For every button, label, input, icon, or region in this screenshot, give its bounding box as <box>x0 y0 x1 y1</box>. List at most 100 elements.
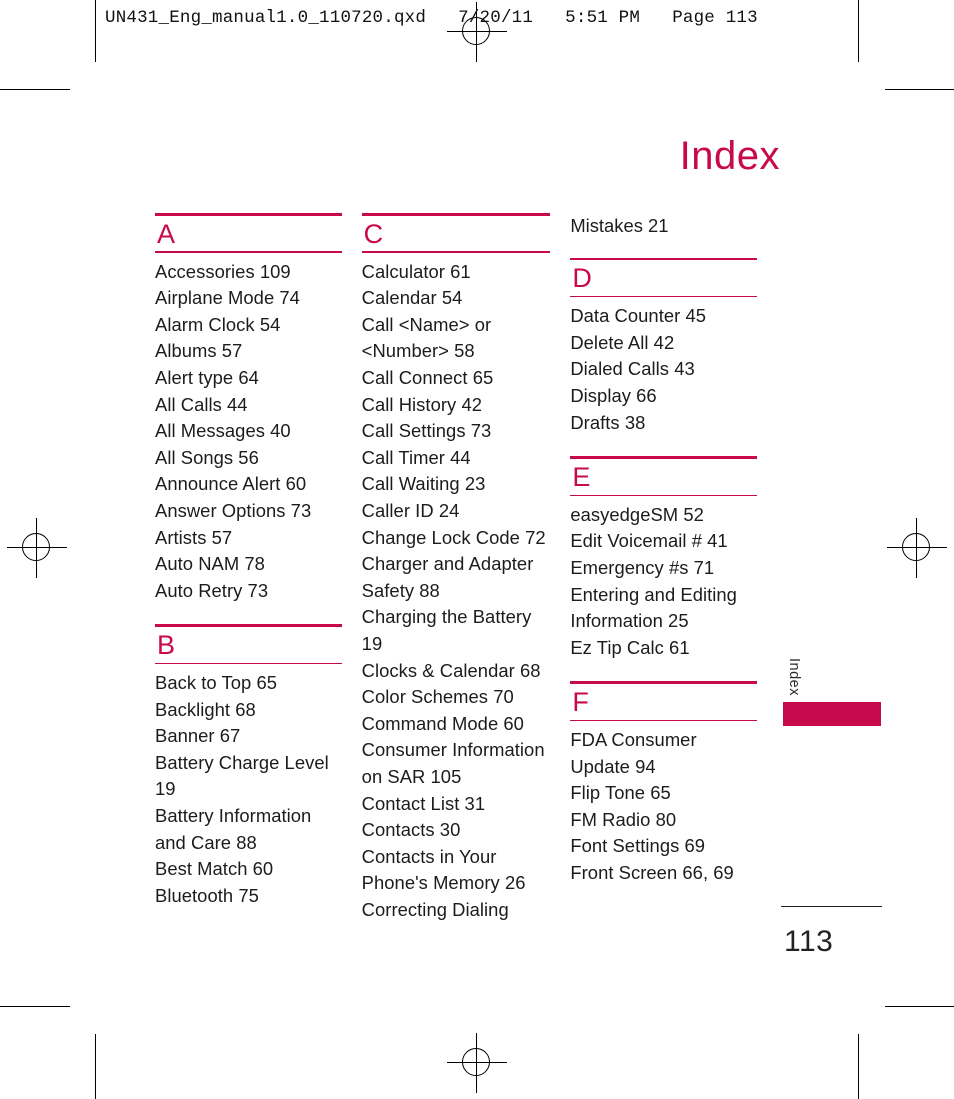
registration-mark-right <box>887 518 947 578</box>
index-entry[interactable]: Call Waiting 23 <box>362 471 551 498</box>
crop-line-top-right-horizontal <box>885 89 954 91</box>
crop-line-top-left-horizontal <box>0 89 70 91</box>
crop-line-bottom-left-vertical <box>95 1034 97 1099</box>
index-columns: A Accessories 109 Airplane Mode 74 Alarm Cl… <box>155 213 757 926</box>
index-entry[interactable]: easyedgeSM 52 <box>570 502 757 529</box>
index-entry-list: Calculator 61 Calendar 54 Call <Name> or <… <box>362 253 551 924</box>
index-entry[interactable]: Calendar 54 <box>362 285 551 312</box>
index-entry[interactable]: Bluetooth 75 <box>155 883 342 910</box>
index-entry[interactable]: Calculator 61 <box>362 259 551 286</box>
index-entry[interactable]: Delete All 42 <box>570 330 757 357</box>
index-entry[interactable]: Accessories 109 <box>155 259 342 286</box>
index-entry-list: easyedgeSM 52 Edit Voicemail # 41 Emergenc… <box>570 496 757 662</box>
index-entry[interactable]: Call Connect 65 <box>362 365 551 392</box>
index-entry[interactable]: Call Settings 73 <box>362 418 551 445</box>
column-middle: C Calculator 61 Calendar 54 Call <Name> or … <box>361 213 551 926</box>
index-entry[interactable]: Artists 57 <box>155 525 342 552</box>
index-entry[interactable]: Caller ID 24 <box>362 498 551 525</box>
index-entry[interactable]: Airplane Mode 74 <box>155 285 342 312</box>
page-title: Index <box>679 134 780 178</box>
registration-vertical-line <box>476 1033 477 1093</box>
index-entry[interactable]: Display 66 <box>570 383 757 410</box>
index-entry[interactable]: Color Schemes 70 <box>362 684 551 711</box>
section-letter: C <box>363 218 384 249</box>
column-left: A Accessories 109 Airplane Mode 74 Alarm Cl… <box>155 213 342 926</box>
crop-line-bottom-right-horizontal <box>885 1006 954 1008</box>
index-entry[interactable]: Contacts 30 <box>362 817 551 844</box>
section-letter: A <box>157 218 176 249</box>
index-entry[interactable]: Call History 42 <box>362 392 551 419</box>
index-section-e: EeasyedgeSM 52 Edit Voicemail # 41 Emergen… <box>570 456 757 661</box>
index-entry[interactable]: Emergency #s 71 <box>570 555 757 582</box>
index-entry[interactable]: Backlight 68 <box>155 697 342 724</box>
registration-horizontal-line <box>447 1062 507 1063</box>
index-entry[interactable]: All Messages 40 <box>155 418 342 445</box>
crop-line-bottom-right-vertical <box>858 1034 860 1099</box>
index-entry-list: Data Counter 45 Delete All 42 Dialed Calls… <box>570 297 757 436</box>
index-entry[interactable]: Best Match 60 <box>155 856 342 883</box>
registration-horizontal-line <box>887 547 947 548</box>
index-section-d: D Data Counter 45 Delete All 42 Dialed Call… <box>570 257 757 437</box>
margin-tab-block <box>783 702 881 726</box>
index-entry[interactable]: Charging the Battery 19 <box>362 604 551 657</box>
index-section-c: C Calculator 61 Calendar 54 Call <Name> or … <box>361 213 551 924</box>
crop-line-top-right-vertical <box>858 0 860 62</box>
index-entry[interactable]: FM Radio 80 <box>570 807 757 834</box>
index-entry[interactable]: Edit Voicemail # 41 <box>570 528 757 555</box>
index-entry[interactable]: Alert type 64 <box>155 365 342 392</box>
index-entry[interactable]: Alarm Clock 54 <box>155 312 342 339</box>
index-entry[interactable]: Change Lock Code 72 <box>362 525 551 552</box>
index-entry[interactable]: Font Settings 69 <box>570 833 757 860</box>
index-entry[interactable]: Call <Name> or <Number> 58 <box>362 312 551 365</box>
index-entry[interactable]: Front Screen 66, 69 <box>570 860 757 887</box>
index-entry[interactable]: Charger and Adapter Safety 88 <box>362 551 551 604</box>
index-entry[interactable]: Command Mode 60 <box>362 711 551 738</box>
folio-divider <box>781 906 882 908</box>
index-entry[interactable]: Answer Options 73 <box>155 498 342 525</box>
index-entry[interactable]: Back to Top 65 <box>155 670 342 697</box>
registration-mark-bottom <box>447 1033 507 1093</box>
index-entry[interactable]: Contacts in Your Phone's Memory 26 <box>362 844 551 897</box>
index-entry[interactable]: Auto Retry 73 <box>155 578 342 605</box>
registration-vertical-line <box>916 518 917 578</box>
index-entry[interactable]: Correcting Dialing <box>362 897 551 924</box>
index-entry[interactable]: All Calls 44 <box>155 392 342 419</box>
margin-tab-label: Index <box>786 658 802 696</box>
section-letter: E <box>572 461 591 492</box>
index-entry[interactable]: Clocks & Calendar 68 <box>362 658 551 685</box>
index-section-a: A Accessories 109 Airplane Mode 74 Alarm Cl… <box>155 213 342 604</box>
section-letter: B <box>157 629 176 660</box>
crop-line-top-left-vertical <box>95 0 97 62</box>
index-section-b: B Back to Top 65 Backlight 68 Banner 67 Batt… <box>155 624 342 909</box>
index-entry[interactable]: Announce Alert 60 <box>155 471 342 498</box>
index-entry[interactable]: Entering and Editing Information 25 <box>570 582 757 635</box>
index-entry[interactable]: Dialed Calls 43 <box>570 356 757 383</box>
index-entry[interactable]: Albums 57 <box>155 338 342 365</box>
file-slug-line: UN431_Eng_manual1.0_110720.qxd 7/20/11 5… <box>105 8 758 28</box>
index-entry-list: Back to Top 65 Backlight 68 Banner 67 Batte… <box>155 664 342 909</box>
page-number: 113 <box>784 925 834 958</box>
index-entry-list: Accessories 109 Airplane Mode 74 Alarm Clo… <box>155 253 342 605</box>
crop-line-bottom-left-horizontal <box>0 1006 70 1008</box>
registration-horizontal-line <box>447 31 507 32</box>
index-entry[interactable]: All Songs 56 <box>155 445 342 472</box>
index-entry[interactable]: Contact List 31 <box>362 791 551 818</box>
index-entry[interactable]: Consumer Information on SAR 105 <box>362 737 551 790</box>
index-entry[interactable]: Auto NAM 78 <box>155 551 342 578</box>
column-right: Mistakes 21 D Data Counter 45 Delete All 42… <box>570 213 757 926</box>
index-entry[interactable]: Call Timer 44 <box>362 445 551 472</box>
index-entry[interactable]: FDA Consumer Update 94 <box>570 727 757 780</box>
index-entry[interactable]: Battery Information and Care 88 <box>155 803 342 856</box>
registration-vertical-line <box>36 518 37 578</box>
index-section-f: F FDA Consumer Update 94 Flip Tone 65 FM Ra… <box>570 681 757 886</box>
index-entry[interactable]: Battery Charge Level 19 <box>155 750 342 803</box>
section-letter: F <box>572 686 589 717</box>
index-entry[interactable]: Ez Tip Calc 61 <box>570 635 757 662</box>
index-entry[interactable]: Mistakes 21 <box>570 213 757 258</box>
index-entry[interactable]: Flip Tone 65 <box>570 780 757 807</box>
index-entry[interactable]: Drafts 38 <box>570 410 757 437</box>
section-letter: D <box>572 263 592 294</box>
index-entry[interactable]: Data Counter 45 <box>570 303 757 330</box>
index-entry[interactable]: Banner 67 <box>155 723 342 750</box>
registration-horizontal-line <box>7 547 67 548</box>
